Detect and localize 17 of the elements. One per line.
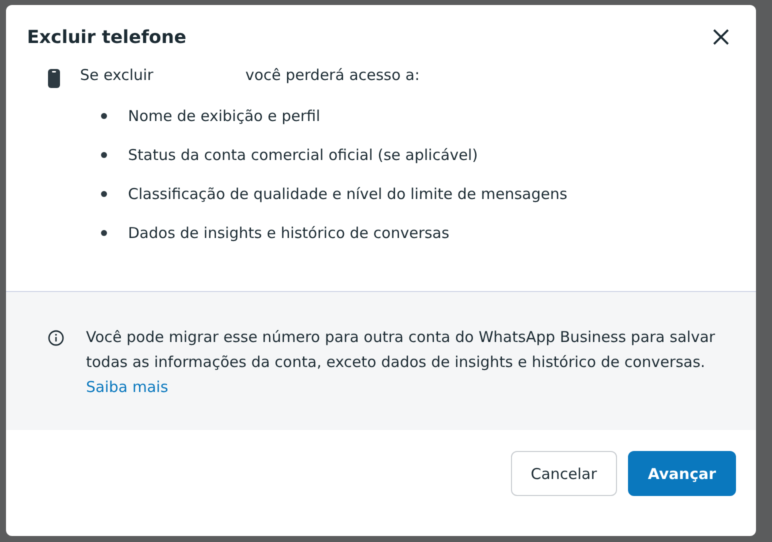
list-item: Status da conta comercial oficial (se aplicável): [128, 146, 478, 164]
dialog-title: Excluir telefone: [27, 26, 186, 48]
bullet-icon: [101, 113, 107, 119]
bullet-icon: [101, 230, 107, 236]
list-item: Nome de exibição e perfil: [128, 107, 320, 125]
learn-more-link[interactable]: Saiba mais: [86, 375, 168, 400]
bullet-icon: [101, 152, 107, 158]
info-icon: [48, 330, 64, 346]
bullet-icon: [101, 191, 107, 197]
intro-text: Se excluir: [80, 66, 154, 84]
intro-text: você perderá acesso a:: [245, 66, 420, 84]
list-item: Classificação de qualidade e nível do limite de mensagens: [128, 185, 568, 203]
cancel-button[interactable]: Cancelar: [510, 451, 617, 496]
notice-text: Você pode migrar esse número para outra conta do WhatsApp Business para salvar todas as informações da conta, exceto dados de insights e histórico de conversas.: [86, 327, 716, 373]
phone-icon: [48, 69, 60, 88]
next-button[interactable]: Avançar: [628, 451, 736, 496]
list-item: Dados de insights e histórico de conversas: [128, 224, 450, 242]
